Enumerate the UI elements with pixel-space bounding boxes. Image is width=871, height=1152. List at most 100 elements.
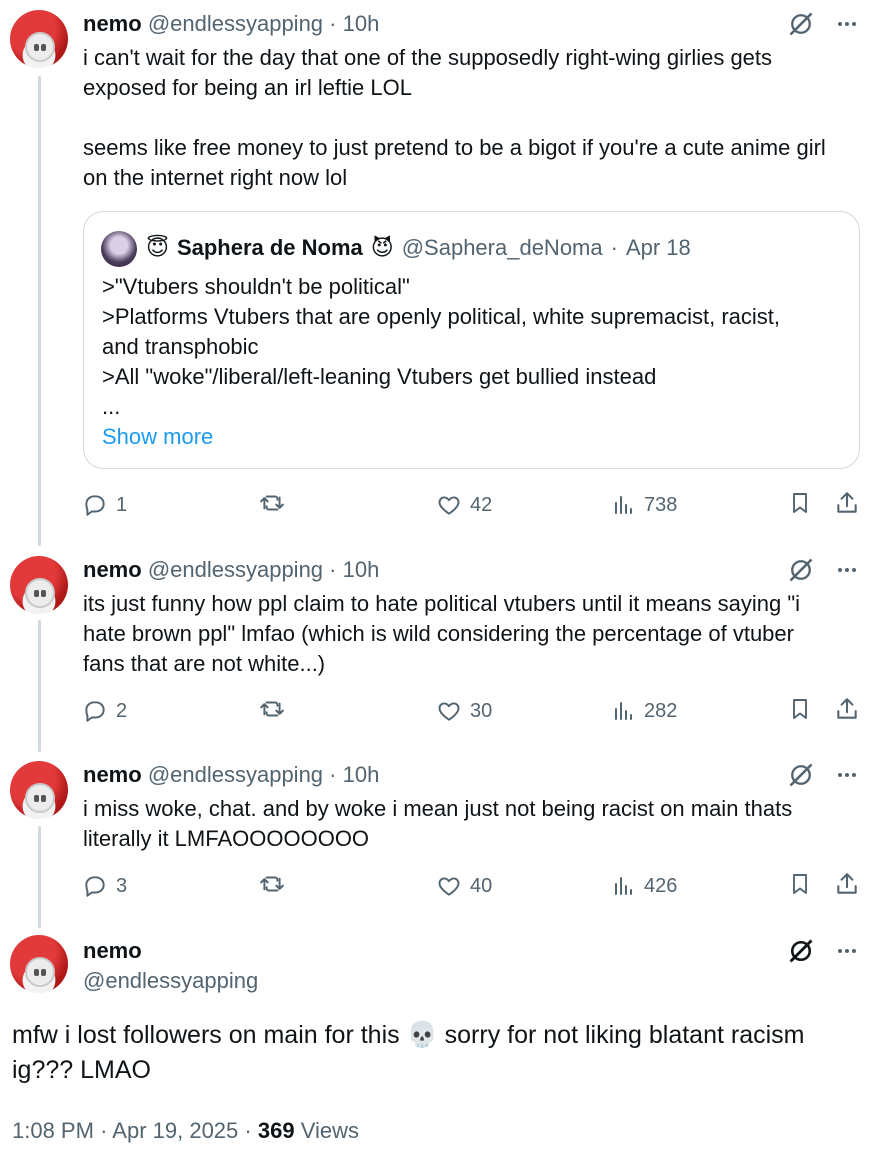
share-button[interactable] — [834, 490, 860, 516]
avatar[interactable] — [10, 761, 68, 819]
like-icon — [438, 702, 460, 721]
post-date[interactable]: Apr 19, 2025 — [112, 1118, 238, 1143]
devil-emoji: 😈 — [370, 235, 394, 260]
like-icon — [438, 496, 460, 515]
like-icon — [438, 877, 460, 896]
bookmark-button[interactable] — [788, 696, 812, 722]
grok-icon[interactable] — [787, 556, 815, 584]
display-name[interactable]: nemo — [83, 762, 142, 787]
bookmark-icon — [793, 493, 807, 513]
avatar[interactable] — [10, 935, 68, 993]
quote-tweet[interactable]: 😇 Saphera de Noma 😈 @Saphera_deNoma · Ap… — [83, 211, 860, 469]
avatar[interactable] — [10, 10, 68, 68]
views-icon — [615, 877, 632, 895]
angel-emoji: 😇 — [146, 235, 169, 260]
handle[interactable]: @endlessyapping — [148, 11, 323, 36]
bookmark-button[interactable] — [788, 490, 812, 516]
reply-button[interactable]: 3 — [82, 871, 127, 901]
share-icon — [837, 698, 857, 719]
action-bar: 3 40 426 — [82, 871, 862, 901]
separator: · — [100, 1118, 108, 1143]
like-count: 30 — [470, 700, 493, 722]
tweet-text: i miss woke, chat. and by woke i mean ju… — [83, 796, 793, 851]
handle[interactable]: @endlessyapping — [148, 557, 323, 582]
tweet-header: nemo @endlessyapping · 10h — [83, 556, 379, 584]
action-bar: 1 42 738 — [82, 490, 862, 520]
more-icon[interactable] — [835, 558, 859, 582]
tweet-top-icons — [787, 761, 859, 789]
reply-button[interactable]: 2 — [82, 696, 127, 726]
views-count: 738 — [644, 494, 678, 516]
timestamp[interactable]: 10h — [343, 557, 380, 582]
thread-line — [38, 620, 41, 752]
grok-icon[interactable] — [787, 10, 815, 38]
bookmark-icon — [793, 699, 807, 719]
quote-date: Apr 18 — [625, 235, 691, 260]
display-name[interactable]: nemo — [83, 11, 142, 36]
reply-icon — [85, 495, 105, 516]
tweet-header: nemo @endlessyapping · 10h — [83, 10, 379, 38]
bookmark-icon — [793, 874, 807, 894]
quote-text: >"Vtubers shouldn't be political" >Platf… — [102, 274, 781, 419]
share-button[interactable] — [834, 871, 860, 897]
tweet-text: its just funny how ppl claim to hate pol… — [83, 591, 801, 676]
views-count: 369 — [257, 1118, 295, 1143]
quote-handle: @Saphera_deNoma — [401, 235, 603, 260]
action-bar: 2 30 282 — [82, 696, 862, 726]
retweet-icon — [260, 876, 284, 892]
views-count: 426 — [644, 875, 678, 897]
tweet-top-icons — [787, 10, 859, 38]
separator: · — [610, 235, 618, 260]
views-icon — [615, 496, 632, 514]
like-button[interactable]: 30 — [436, 696, 492, 726]
retweet-button[interactable] — [258, 696, 286, 722]
avatar[interactable] — [10, 556, 68, 614]
views-button[interactable]: 282 — [612, 696, 677, 726]
timestamp[interactable]: 10h — [343, 11, 380, 36]
main-handle[interactable]: @endlessyapping — [83, 967, 258, 995]
bookmark-button[interactable] — [788, 871, 812, 897]
share-button[interactable] — [834, 696, 860, 722]
more-icon[interactable] — [835, 12, 859, 36]
retweet-button[interactable] — [258, 871, 286, 897]
like-button[interactable]: 42 — [436, 490, 492, 520]
thread-line — [38, 76, 41, 546]
display-name[interactable]: nemo — [83, 557, 142, 582]
views-button[interactable]: 738 — [612, 490, 677, 520]
reply-count: 3 — [116, 875, 128, 897]
grok-icon[interactable] — [787, 761, 815, 789]
tweet-text: i can't wait for the day that one of the… — [83, 45, 826, 190]
main-display-name[interactable]: nemo — [83, 937, 142, 965]
more-icon[interactable] — [835, 763, 859, 787]
reply-icon — [85, 876, 105, 897]
views-button[interactable]: 426 — [612, 871, 677, 901]
timestamp[interactable]: 10h — [343, 762, 380, 787]
like-count: 40 — [470, 875, 493, 897]
like-count: 42 — [470, 494, 493, 516]
reply-button[interactable]: 1 — [82, 490, 127, 520]
like-button[interactable]: 40 — [436, 871, 492, 901]
separator: · — [329, 557, 337, 582]
main-tweet-text: mfw i lost followers on main for this 💀 … — [12, 1021, 805, 1084]
quote-avatar — [101, 231, 137, 267]
retweet-button[interactable] — [258, 490, 286, 516]
retweet-icon — [260, 495, 284, 511]
tweet-top-icons — [787, 556, 859, 584]
handle[interactable]: @endlessyapping — [148, 762, 323, 787]
reply-count: 2 — [116, 700, 128, 722]
reply-count: 1 — [116, 494, 128, 516]
share-icon — [837, 492, 857, 513]
quote-header: 😇 Saphera de Noma 😈 @Saphera_deNoma · Ap… — [146, 232, 691, 264]
more-icon[interactable] — [835, 939, 859, 963]
post-time[interactable]: 1:08 PM — [12, 1118, 94, 1143]
separator: · — [244, 1118, 252, 1143]
grok-icon[interactable] — [787, 937, 815, 965]
quote-display-name: Saphera de Noma — [176, 235, 363, 260]
tweet-meta: 1:08 PM · Apr 19, 2025 · 369 Views — [12, 1116, 359, 1146]
retweet-icon — [260, 701, 284, 717]
share-icon — [837, 873, 857, 894]
views-icon — [615, 702, 632, 720]
reply-icon — [85, 701, 105, 722]
views-label: Views — [300, 1118, 359, 1143]
show-more-link[interactable]: Show more — [102, 422, 213, 452]
